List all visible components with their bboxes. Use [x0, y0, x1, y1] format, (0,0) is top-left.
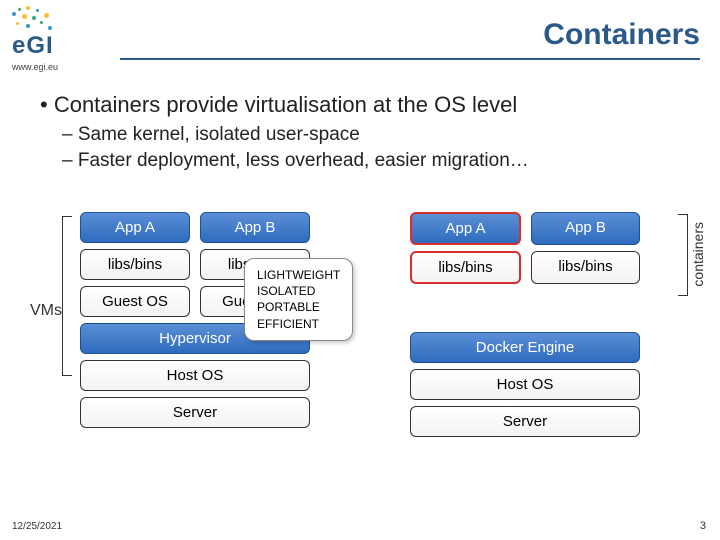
diagram: VMs containers App A App B libs/bins lib…	[70, 212, 680, 500]
docker-engine-box: Docker Engine	[410, 332, 640, 363]
vm-libs-a: libs/bins	[80, 249, 190, 280]
vm-app-b: App B	[200, 212, 310, 243]
callout-line4: EFFICIENT	[257, 316, 340, 332]
vms-label: VMs	[30, 302, 62, 320]
callout-box: LIGHTWEIGHT ISOLATED PORTABLE EFFICIENT	[244, 258, 353, 341]
footer-page: 3	[700, 520, 706, 532]
logo-dots-icon	[12, 6, 60, 34]
vm-server: Server	[80, 397, 310, 428]
ct-app-b: App B	[531, 212, 640, 245]
bullet-main: • Containers provide virtualisation at t…	[40, 92, 517, 118]
vms-brace-icon	[62, 216, 72, 376]
bullet-sub2: – Faster deployment, less overhead, easi…	[62, 150, 529, 172]
container-stack: App A App B libs/bins libs/bins Docker E…	[410, 212, 640, 437]
ct-libs-a: libs/bins	[410, 251, 521, 284]
page-title: Containers	[120, 18, 700, 60]
ct-server: Server	[410, 406, 640, 437]
callout-line1: LIGHTWEIGHT	[257, 267, 340, 283]
vm-guest-a: Guest OS	[80, 286, 190, 317]
bullet-sub1: – Same kernel, isolated user-space	[62, 124, 360, 146]
containers-label: containers	[690, 222, 706, 287]
callout-line3: PORTABLE	[257, 299, 340, 315]
footer-date: 12/25/2021	[12, 521, 62, 532]
logo-text: eGI	[12, 32, 60, 60]
vm-host-os: Host OS	[80, 360, 310, 391]
callout-line2: ISOLATED	[257, 283, 340, 299]
vm-app-a: App A	[80, 212, 190, 243]
logo-area: eGI www.egi.eu	[12, 6, 60, 72]
ct-libs-b: libs/bins	[531, 251, 640, 284]
logo-url: www.egi.eu	[12, 62, 60, 72]
slide: eGI www.egi.eu Containers • Containers p…	[0, 0, 720, 540]
ct-app-a: App A	[410, 212, 521, 245]
containers-brace-icon	[678, 214, 688, 296]
ct-host-os: Host OS	[410, 369, 640, 400]
